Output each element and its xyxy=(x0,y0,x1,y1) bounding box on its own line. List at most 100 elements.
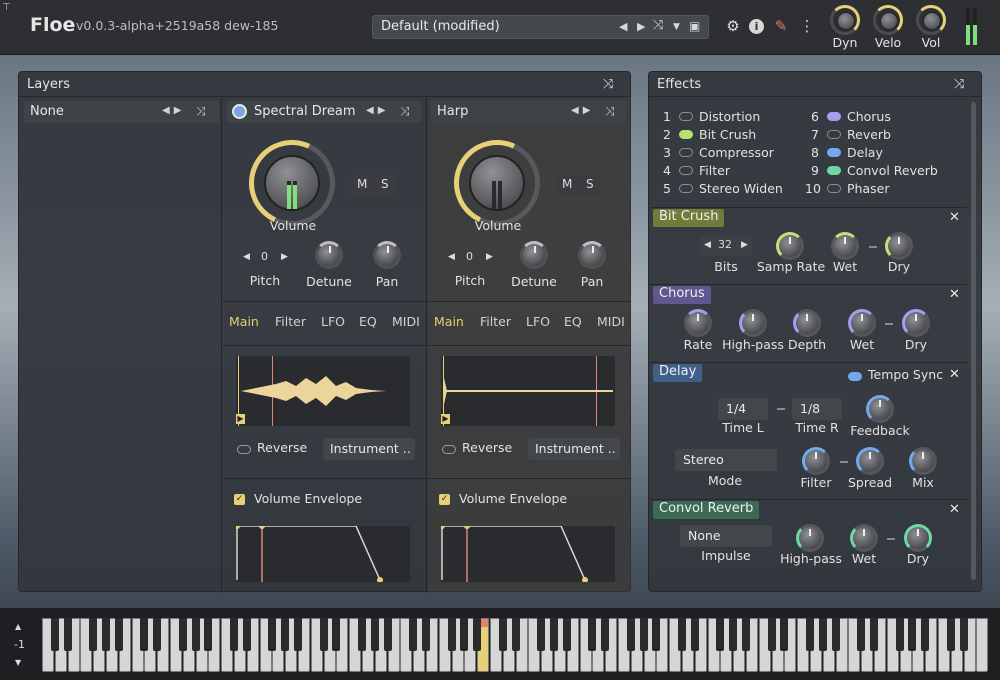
black-key[interactable] xyxy=(895,618,904,651)
fx-toggle[interactable] xyxy=(827,184,841,193)
sample-waveform[interactable]: ▶ xyxy=(236,356,410,426)
instrument-dropdown[interactable]: Instrument .. xyxy=(323,438,415,460)
black-key[interactable] xyxy=(652,618,661,651)
tab-filter[interactable]: Filter xyxy=(275,314,306,329)
samp-rate-knob[interactable] xyxy=(776,232,804,260)
layer-random-icon[interactable]: ⤨ xyxy=(400,104,414,119)
keys-container[interactable] xyxy=(0,608,1000,680)
fx-toggle[interactable] xyxy=(827,166,841,175)
black-key[interactable] xyxy=(690,618,699,651)
reverse-toggle[interactable] xyxy=(442,445,456,454)
layer-header-2[interactable]: Harp ◀▶ ⤨ xyxy=(431,101,626,123)
layer-nav-arrows-icon[interactable]: ◀▶ xyxy=(366,105,389,116)
solo-button[interactable]: S xyxy=(381,177,389,191)
chorus-highpass-knob[interactable] xyxy=(739,309,767,337)
black-key[interactable] xyxy=(89,618,98,651)
convol-dry-knob[interactable] xyxy=(904,524,932,552)
black-key[interactable] xyxy=(204,618,213,651)
black-key[interactable] xyxy=(908,618,917,651)
velo-knob[interactable] xyxy=(873,5,903,35)
layer-header-1[interactable]: Spectral Dream ◀▶ ⤨ xyxy=(226,101,422,123)
black-key[interactable] xyxy=(230,618,238,651)
convol-highpass-knob[interactable] xyxy=(796,524,824,552)
layers-random-icon[interactable]: ⤨ xyxy=(603,77,613,92)
solo-button[interactable]: S xyxy=(586,177,594,191)
black-key[interactable] xyxy=(626,618,635,651)
tab-eq[interactable]: EQ xyxy=(564,314,582,329)
delay-spread-knob[interactable] xyxy=(856,447,884,475)
tab-lfo[interactable]: LFO xyxy=(526,314,550,329)
black-key[interactable] xyxy=(153,618,162,651)
black-key[interactable] xyxy=(114,618,123,651)
chorus-dry-knob[interactable] xyxy=(902,309,930,337)
black-key[interactable] xyxy=(294,618,302,651)
effects-scrollbar[interactable] xyxy=(971,102,976,580)
black-key[interactable] xyxy=(767,618,776,651)
chorus-rate-knob[interactable] xyxy=(684,309,712,337)
black-key[interactable] xyxy=(946,618,955,651)
black-key[interactable] xyxy=(460,618,469,651)
envelope-checkbox[interactable]: ✓ xyxy=(234,494,245,505)
vol-knob[interactable] xyxy=(916,5,946,35)
settings-gear-icon[interactable]: ⚙ xyxy=(724,17,742,35)
dyn-knob[interactable] xyxy=(830,5,860,35)
fx-toggle[interactable] xyxy=(679,130,693,139)
delay-mode-dropdown[interactable]: Stereo xyxy=(675,449,777,471)
black-key[interactable] xyxy=(921,618,930,651)
layer-random-icon[interactable]: ⤨ xyxy=(605,104,619,119)
black-key[interactable] xyxy=(268,618,277,651)
tempo-sync-toggle[interactable] xyxy=(848,372,862,381)
time-l-field[interactable]: 1/4 xyxy=(718,398,768,420)
layer-header-empty[interactable]: None ◀▶ ⤨ xyxy=(24,101,219,123)
chorus-depth-knob[interactable] xyxy=(793,309,821,337)
black-key[interactable] xyxy=(729,618,738,651)
black-key[interactable] xyxy=(447,618,456,651)
black-key[interactable] xyxy=(550,618,558,651)
black-key[interactable] xyxy=(498,618,507,651)
fx-toggle[interactable] xyxy=(679,184,693,193)
tab-main[interactable]: Main xyxy=(229,314,259,329)
pan-knob[interactable] xyxy=(578,241,606,269)
black-key[interactable] xyxy=(818,618,827,651)
black-key[interactable] xyxy=(806,618,814,651)
tab-lfo[interactable]: LFO xyxy=(321,314,345,329)
black-key[interactable] xyxy=(639,618,648,651)
black-key[interactable] xyxy=(140,618,149,651)
black-key[interactable] xyxy=(742,618,750,651)
black-key[interactable] xyxy=(358,618,366,651)
black-key[interactable] xyxy=(601,618,610,651)
black-key[interactable] xyxy=(678,618,686,651)
black-key[interactable] xyxy=(473,618,482,651)
piano-keyboard[interactable]: ▲ -1 ▼ xyxy=(0,608,1000,680)
delay-filter-knob[interactable] xyxy=(802,447,830,475)
black-key[interactable] xyxy=(409,618,418,651)
black-key[interactable] xyxy=(178,618,187,651)
black-key[interactable] xyxy=(102,618,110,651)
reverse-toggle[interactable] xyxy=(237,445,251,454)
effects-random-icon[interactable]: ⤨ xyxy=(954,77,964,92)
envelope-checkbox[interactable]: ✓ xyxy=(439,494,450,505)
layer-random-icon[interactable]: ⤨ xyxy=(196,104,210,119)
white-key[interactable] xyxy=(976,618,989,672)
more-menu-icon[interactable]: ⋮ xyxy=(798,17,816,35)
bits-stepper[interactable]: ◀ 32 ▶ xyxy=(700,236,752,256)
black-key[interactable] xyxy=(511,618,520,651)
fx-toggle[interactable] xyxy=(827,112,841,121)
black-key[interactable] xyxy=(383,618,392,651)
black-key[interactable] xyxy=(370,618,379,651)
fx-toggle[interactable] xyxy=(827,148,841,157)
black-key[interactable] xyxy=(50,618,59,651)
black-key[interactable] xyxy=(332,618,341,651)
tab-eq[interactable]: EQ xyxy=(359,314,377,329)
pitch-stepper[interactable]: ◀ 0 ▶ xyxy=(446,248,498,268)
fx-toggle[interactable] xyxy=(679,148,693,157)
black-key[interactable] xyxy=(857,618,866,651)
preset-menu-icon[interactable]: ▼ xyxy=(673,22,680,32)
delay-close-icon[interactable]: ✕ xyxy=(949,367,960,382)
detune-knob[interactable] xyxy=(315,241,343,269)
sample-waveform[interactable]: ▶ xyxy=(441,356,615,426)
mute-button[interactable]: M xyxy=(562,177,572,191)
black-key[interactable] xyxy=(281,618,290,651)
black-key[interactable] xyxy=(422,618,430,651)
black-key[interactable] xyxy=(242,618,251,651)
